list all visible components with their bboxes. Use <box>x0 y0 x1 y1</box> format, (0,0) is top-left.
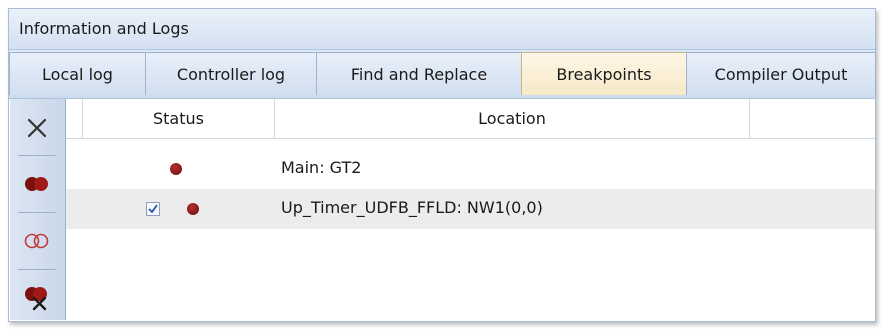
tab-label: Find and Replace <box>350 64 488 84</box>
tab-find-and-replace[interactable]: Find and Replace <box>316 52 522 95</box>
breakpoint-icon <box>170 163 182 175</box>
breakpoints-grid: Status Location Main: GT2 Up_Timer_UDFB_… <box>66 99 875 321</box>
breakpoint-icon <box>187 203 199 215</box>
tab-controller-log[interactable]: Controller log <box>145 52 317 95</box>
column-header-label: Location <box>478 109 546 128</box>
breakpoint-enable-icon <box>25 177 48 191</box>
tab-compiler-output[interactable]: Compiler Output <box>686 52 876 95</box>
panel-titlebar: Information and Logs <box>9 9 875 50</box>
toolbar-separator <box>18 212 56 213</box>
breakpoint-disable-icon <box>24 233 49 249</box>
tab-label: Controller log <box>176 64 286 84</box>
breakpoint-toolbar <box>10 99 66 320</box>
delete-all-breakpoints-button[interactable] <box>14 273 60 323</box>
tab-label: Breakpoints <box>556 64 652 84</box>
breakpoint-location: Main: GT2 <box>281 158 362 177</box>
tab-label: Compiler Output <box>714 64 848 84</box>
tab-breakpoints[interactable]: Breakpoints <box>521 52 687 95</box>
disable-all-breakpoints-button[interactable] <box>14 216 60 266</box>
tab-strip: Local log Controller log Find and Replac… <box>9 50 876 99</box>
tab-local-log[interactable]: Local log <box>9 52 146 95</box>
close-icon <box>27 118 47 138</box>
table-row[interactable]: Up_Timer_UDFB_FFLD: NW1(0,0) <box>66 189 875 229</box>
clear-breakpoints-button[interactable] <box>14 103 60 153</box>
breakpoint-location: Up_Timer_UDFB_FFLD: NW1(0,0) <box>281 198 543 217</box>
breakpoint-enabled-checkbox[interactable] <box>146 202 160 216</box>
checkmark-icon <box>148 204 158 214</box>
grid-header: Status Location <box>66 99 875 139</box>
toolbar-separator <box>18 155 56 156</box>
breakpoint-delete-icon <box>25 287 47 311</box>
column-header-status[interactable]: Status <box>83 99 275 138</box>
column-header-location[interactable]: Location <box>275 99 750 138</box>
information-and-logs-panel: Information and Logs Local log Controlle… <box>8 8 876 322</box>
tab-label: Local log <box>42 64 113 84</box>
table-row[interactable]: Main: GT2 <box>66 149 875 189</box>
toolbar-separator <box>18 269 56 270</box>
enable-all-breakpoints-button[interactable] <box>14 159 60 209</box>
column-header-label: Status <box>153 109 204 128</box>
panel-title: Information and Logs <box>19 19 189 38</box>
header-spacer <box>66 99 83 138</box>
